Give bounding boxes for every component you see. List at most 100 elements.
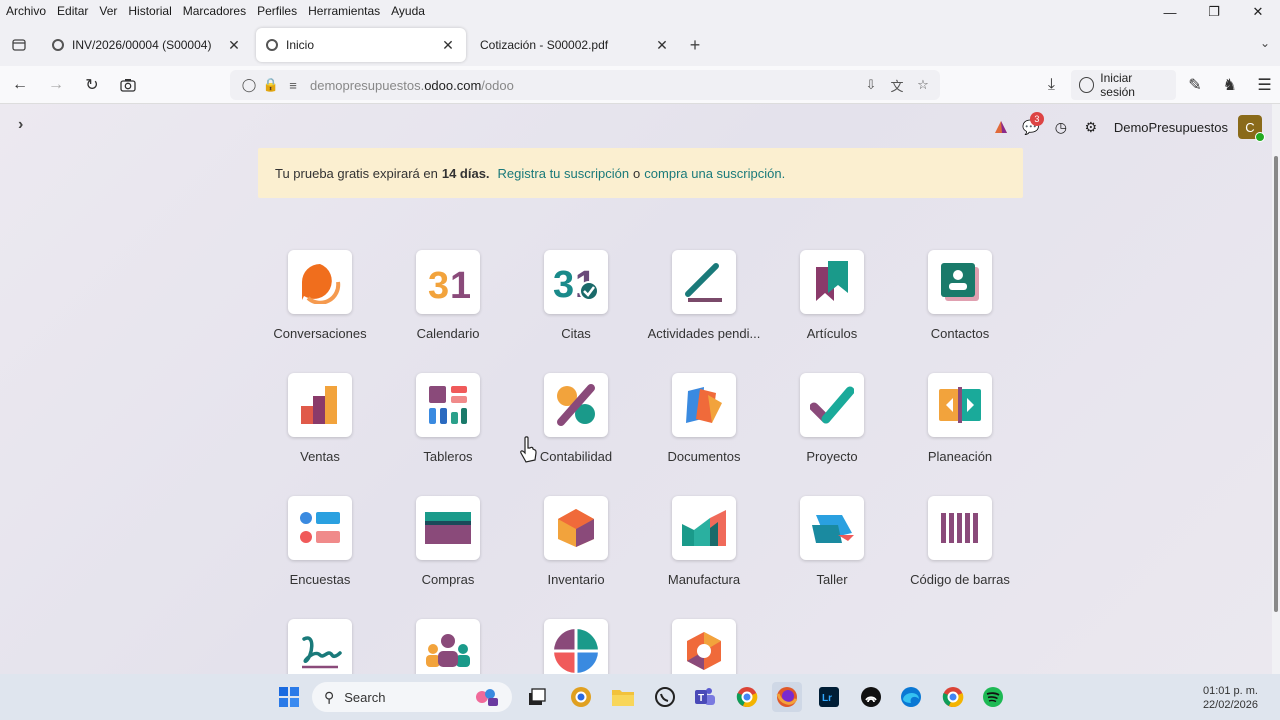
app-taller[interactable]: Taller [768,496,896,606]
tab-list-button[interactable] [0,28,38,62]
minimize-icon[interactable]: — [1148,0,1192,24]
star-icon[interactable]: ☆ [912,74,934,96]
new-tab-button[interactable]: + [680,30,710,60]
teams-icon[interactable]: T [690,682,720,712]
menu-herramientas[interactable]: Herramientas [308,4,380,18]
inventory-icon [558,509,594,547]
menu-historial[interactable]: Historial [128,4,171,18]
menu-marcadores[interactable]: Marcadores [183,4,246,18]
tab-invoice[interactable]: INV/2026/00004 (S00004) ✕ [42,28,252,62]
windows-start-icon[interactable] [274,682,304,712]
app-hexagono[interactable] [640,619,768,674]
hand-cursor-icon [520,436,537,463]
tile [800,373,864,437]
trial-days: 14 días. [441,165,490,181]
close-window-icon[interactable]: ✕ [1236,0,1280,24]
search-label: Search [344,689,386,705]
company-name[interactable]: DemoPresupuestos [1114,120,1228,135]
app-encuestas[interactable]: Encuestas [256,496,384,606]
tab-list-icon [12,39,26,51]
menu-archivo[interactable]: Archivo [6,4,46,18]
chrome-canary-icon[interactable] [566,682,596,712]
maximize-icon[interactable]: ❐ [1192,0,1236,24]
chrome-icon[interactable] [732,682,762,712]
camera-icon [120,78,136,92]
edge-icon[interactable] [896,682,926,712]
odoo-studio-icon[interactable] [986,114,1016,140]
spotify-icon[interactable] [978,682,1008,712]
menu-editar[interactable]: Editar [57,4,88,18]
tools-icon[interactable]: ⚙ [1076,114,1106,140]
url-text[interactable]: demopresupuestos.odoo.com/odoo [310,78,514,93]
downloads-icon[interactable]: ⤓ [1036,69,1067,101]
register-subscription-link[interactable]: Registra tu suscripción [498,166,630,181]
app-actividades[interactable]: Actividades pendi... [640,250,768,360]
profile-extension-icon[interactable]: ♞ [1214,69,1245,101]
chrome-profile-icon[interactable] [938,682,968,712]
chevron-down-icon[interactable]: ⌄ [1260,36,1270,50]
app-manufactura[interactable]: Manufactura [640,496,768,606]
close-tab-icon[interactable]: ✕ [654,37,670,54]
app-documentos[interactable]: Documentos [640,373,768,483]
translate-icon[interactable]: 文 [886,74,908,96]
app-empleados[interactable] [384,619,512,674]
chevron-right-icon[interactable]: › [18,116,23,134]
app-compras[interactable]: Compras [384,496,512,606]
app-calendario[interactable]: 31 Calendario [384,250,512,360]
app-ventas[interactable]: Ventas [256,373,384,483]
menu-perfiles[interactable]: Perfiles [257,4,297,18]
clock-icon[interactable]: ◷ [1046,114,1076,140]
tab-inicio[interactable]: Inicio ✕ [256,28,466,62]
app-inventario[interactable]: Inventario [512,496,640,606]
buy-subscription-link[interactable]: compra una suscripción. [644,166,785,181]
whatsapp-icon[interactable] [650,682,680,712]
avatar[interactable]: C [1238,115,1265,142]
app-conversaciones[interactable]: Conversaciones [256,250,384,360]
app-hojas[interactable] [512,619,640,674]
app-tableros[interactable]: Tableros [384,373,512,483]
extensions-icon[interactable]: ✎ [1180,69,1211,101]
taskbar-clock[interactable]: 01:01 p. m. 22/02/2026 [1203,684,1258,712]
app-contabilidad[interactable]: Contabilidad [512,373,640,483]
chat-icon[interactable]: 💬 3 [1016,112,1046,140]
close-tab-icon[interactable]: ✕ [226,37,242,54]
scrollbar-thumb[interactable] [1274,156,1278,612]
permissions-icon[interactable]: ≡ [282,74,304,96]
firefox-icon[interactable] [772,682,802,712]
file-explorer-icon[interactable] [608,682,638,712]
app-proyecto[interactable]: Proyecto [768,373,896,483]
app-citas[interactable]: 31 Citas [512,250,640,360]
forward-button[interactable]: → [40,69,72,101]
tile [672,373,736,437]
widgets-icon[interactable] [472,682,502,712]
app-label: Artículos [806,326,858,341]
back-button[interactable]: ← [4,69,36,101]
articles-icon [816,261,848,301]
menu-ayuda[interactable]: Ayuda [391,4,425,18]
shield-icon[interactable]: ◯ [238,74,260,96]
page-scrollbar[interactable] [1272,104,1280,674]
svg-text:3: 3 [428,265,449,302]
lock-icon[interactable]: 🔒 [260,74,282,96]
signin-button[interactable]: Iniciar sesión [1070,70,1176,100]
reload-button[interactable]: ↻ [76,69,108,101]
broadcast-app-icon[interactable] [856,682,886,712]
screenshot-button[interactable] [112,69,144,101]
download-page-icon[interactable]: ⇩ [860,74,882,96]
app-firma[interactable] [256,619,384,674]
reload-icon: ↻ [85,76,99,94]
app-contactos[interactable]: Contactos [896,250,1024,360]
app-codigo-barras[interactable]: Código de barras [896,496,1024,606]
task-view-icon[interactable] [522,682,552,712]
tile [416,619,480,674]
app-articulos[interactable]: Artículos [768,250,896,360]
app-planeacion[interactable]: Planeación [896,373,1024,483]
tab-pdf[interactable]: Cotización - S00002.pdf ✕ [470,28,680,62]
url-bar[interactable]: ◯ 🔒 ≡ demopresupuestos.odoo.com/odoo ⇩ 文… [230,70,940,100]
documents-icon [686,387,722,423]
pie-icon [554,629,598,673]
lightroom-icon[interactable]: Lr [814,682,844,712]
close-tab-icon[interactable]: ✕ [440,37,456,54]
menu-ver[interactable]: Ver [99,4,117,18]
hamburger-menu-icon[interactable]: ☰ [1249,69,1280,101]
